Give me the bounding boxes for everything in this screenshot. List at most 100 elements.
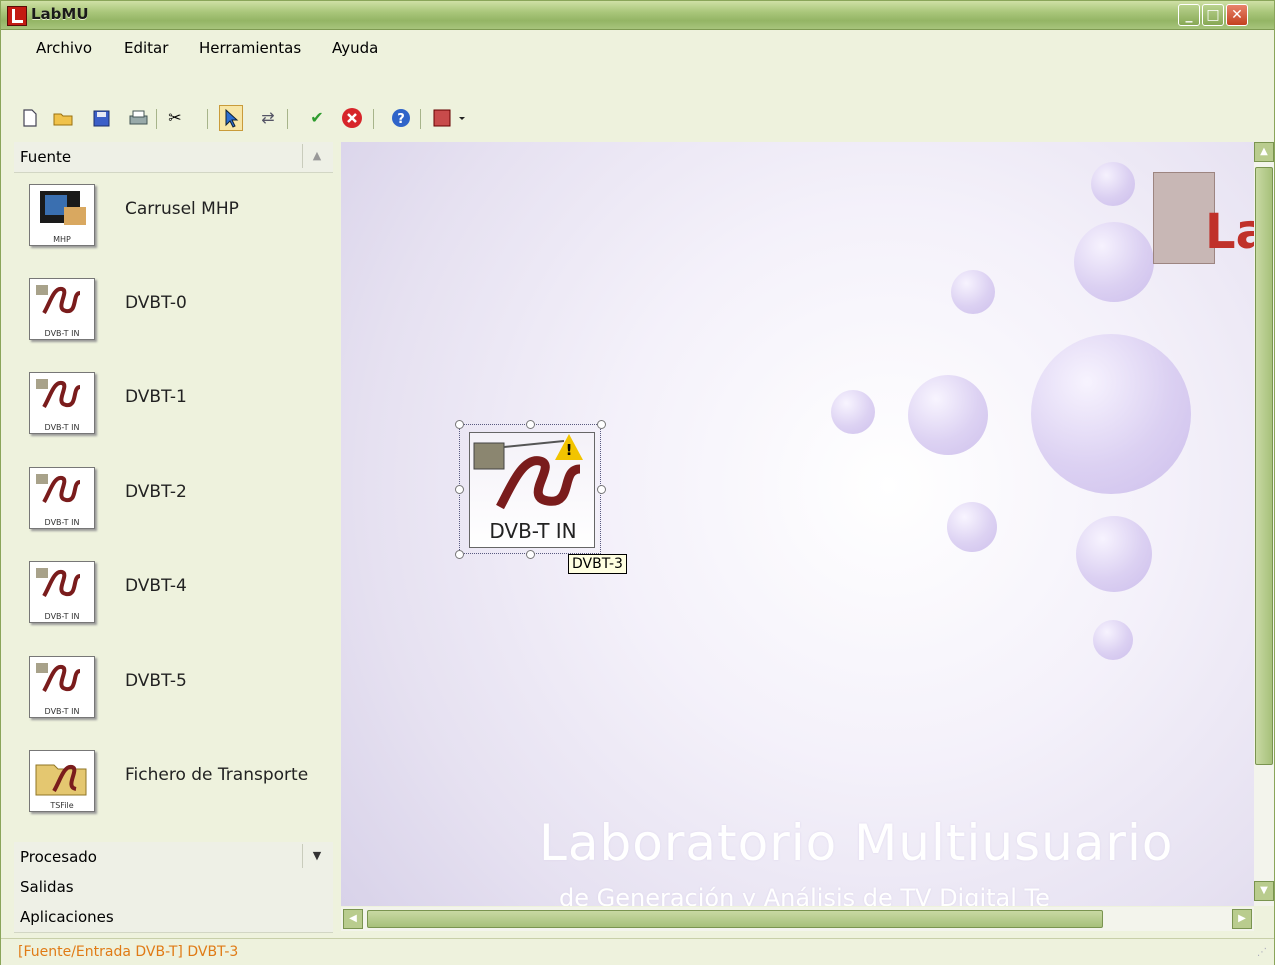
cut-icon: ✂ [168, 108, 182, 127]
expand-down-icon[interactable]: ▼ [302, 844, 331, 868]
group-fuente-header[interactable]: Fuente ▲ [14, 142, 333, 173]
palette-item-dvbt-1[interactable]: DVB-T IN DVBT-1 [14, 359, 333, 453]
menu-editar[interactable]: Editar [124, 39, 168, 57]
resize-handle[interactable] [455, 485, 464, 494]
status-bar: [Fuente/Entrada DVB-T] DVBT-3 ⋰ [1, 938, 1274, 965]
print-button[interactable] [126, 105, 150, 131]
palette-item-carrusel-mhp[interactable]: MHP Carrusel MHP [14, 171, 333, 265]
group-fuente-label: Fuente [20, 148, 72, 166]
validate-button[interactable]: ✔ [305, 105, 329, 131]
resize-grip-icon[interactable]: ⋰ [1257, 947, 1271, 961]
select-pointer-icon [225, 108, 239, 128]
help-icon: ? [392, 109, 410, 127]
save-button[interactable] [89, 105, 113, 131]
menu-bar: Archivo Editar Herramientas Ayuda [1, 30, 1274, 64]
thumb-caption: DVB-T IN [44, 612, 80, 621]
toolbar-separator [420, 109, 421, 129]
background-bubble [951, 270, 995, 314]
thumb-caption: DVB-T IN [44, 707, 80, 716]
vertical-scrollbar[interactable]: ▲ ▼ [1254, 142, 1274, 906]
horizontal-scroll-thumb[interactable] [367, 910, 1103, 928]
scroll-left-icon[interactable]: ◀ [343, 909, 363, 929]
watermark-subtitle: de Generación y Análisis de TV Digital T… [559, 884, 1050, 906]
minimize-icon: _ [1185, 7, 1193, 23]
new-button[interactable] [17, 105, 41, 131]
cut-button[interactable]: ✂ [163, 105, 187, 131]
background-bubble [1093, 620, 1133, 660]
palette-item-dvbt-2[interactable]: DVB-T IN DVBT-2 [14, 454, 333, 548]
minimize-button[interactable]: _ [1178, 4, 1200, 26]
dvbt-3-node[interactable]: DVB-T IN ! [455, 420, 606, 559]
component-palette: Fuente ▲ MHP Carrusel MHP DVB-T IN DVBT-… [14, 142, 333, 934]
resize-handle[interactable] [526, 550, 535, 559]
collapse-up-icon[interactable]: ▲ [302, 144, 331, 168]
node-tooltip: DVBT-3 [568, 554, 627, 574]
menu-herramientas[interactable]: Herramientas [199, 39, 301, 57]
group-procesado-header[interactable]: Procesado ▼ [14, 842, 333, 873]
palette-item-dvbt-0[interactable]: DVB-T IN DVBT-0 [14, 265, 333, 359]
palette-item-dvbt-4[interactable]: DVB-T IN DVBT-4 [14, 548, 333, 642]
node-caption: DVB-T IN [489, 519, 577, 543]
watermark-title: Laboratorio Multiusuario [539, 814, 1174, 872]
background-bubble [1091, 162, 1135, 206]
stop-icon [342, 108, 362, 128]
horizontal-scrollbar[interactable]: ◀ ▶ [341, 907, 1254, 931]
group-salidas-header[interactable]: Salidas [14, 872, 333, 903]
maximize-button[interactable]: □ [1202, 4, 1224, 26]
menu-ayuda[interactable]: Ayuda [332, 39, 378, 57]
background-bubble [947, 502, 997, 552]
resize-handle[interactable] [597, 485, 606, 494]
palette-item-label: DVBT-0 [125, 293, 187, 313]
help-button[interactable]: ? [389, 105, 413, 131]
resize-handle[interactable] [526, 420, 535, 429]
toolbar-separator [156, 109, 157, 129]
labmu-menu-icon [433, 109, 465, 127]
status-text: [Fuente/Entrada DVB-T] DVBT-3 [18, 944, 239, 960]
palette-item-label: DVBT-5 [125, 671, 187, 691]
dvbt-in-icon: DVB-T IN [29, 278, 95, 340]
background-bubble [1076, 516, 1152, 592]
scroll-up-icon[interactable]: ▲ [1254, 142, 1274, 162]
resize-handle[interactable] [455, 420, 464, 429]
palette-item-label: DVBT-1 [125, 387, 187, 407]
group-aplicaciones-header[interactable]: Aplicaciones [14, 902, 333, 933]
scroll-down-icon[interactable]: ▼ [1254, 881, 1274, 901]
thumb-caption: MHP [53, 235, 71, 244]
background-bubble [831, 390, 875, 434]
scroll-right-icon[interactable]: ▶ [1232, 909, 1252, 929]
vertical-scroll-thumb[interactable] [1255, 167, 1273, 765]
ts-file-icon: TSFile [29, 750, 95, 812]
close-button[interactable]: ✕ [1226, 4, 1248, 26]
background-bubble [1074, 222, 1154, 302]
labmu-logo: Lab [1153, 172, 1254, 264]
design-canvas[interactable]: Lab Laboratorio Multiusuario de Generaci… [341, 142, 1254, 906]
toolbar-separator [207, 109, 208, 129]
labmu-app-icon[interactable] [7, 6, 27, 26]
svg-text:?: ? [397, 112, 405, 127]
select-tool-button[interactable] [219, 105, 243, 131]
menu-archivo[interactable]: Archivo [36, 39, 92, 57]
dvbt-in-icon: DVB-T IN [29, 372, 95, 434]
palette-item-fichero-transporte[interactable]: TSFile Fichero de Transporte [14, 737, 333, 831]
resize-handle[interactable] [597, 420, 606, 429]
labmu-dropdown-button[interactable] [431, 105, 471, 131]
toolbar-separator [287, 109, 288, 129]
group-salidas-label: Salidas [20, 878, 74, 896]
palette-item-label: Carrusel MHP [125, 199, 239, 219]
palette-item-dvbt-5[interactable]: DVB-T IN DVBT-5 [14, 643, 333, 737]
connect-tool-button[interactable]: ⇄ [256, 105, 280, 131]
thumb-caption: DVB-T IN [44, 423, 80, 432]
thumb-caption: DVB-T IN [44, 518, 80, 527]
stop-button[interactable] [340, 105, 364, 131]
mhp-carousel-icon: MHP [29, 184, 95, 246]
group-procesado-label: Procesado [20, 848, 97, 866]
maximize-icon: □ [1206, 7, 1220, 23]
title-bar[interactable]: LabMU _ □ ✕ [1, 1, 1274, 30]
resize-handle[interactable] [455, 550, 464, 559]
group-aplicaciones-label: Aplicaciones [20, 908, 114, 926]
connect-arrows-icon: ⇄ [261, 108, 275, 127]
open-button[interactable] [51, 105, 75, 131]
thumb-caption: DVB-T IN [44, 329, 80, 338]
toolbar: ✂ ⇄ ✔ ? [5, 105, 1273, 135]
palette-item-label: DVBT-2 [125, 482, 187, 502]
